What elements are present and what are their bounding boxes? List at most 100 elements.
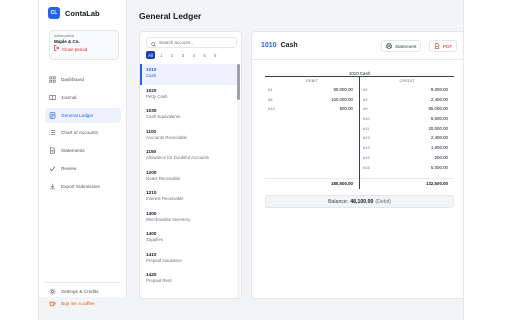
search-input[interactable] <box>159 40 234 45</box>
list-item[interactable]: 1410 Prepaid Insurance <box>140 249 237 270</box>
brand[interactable]: CL ContaLab <box>48 7 100 19</box>
nav-label: Review <box>61 165 77 171</box>
credit-column: CREDIT #2 9,000.00 #3 2,400.00 #9 85,000.00… <box>360 77 454 172</box>
list-item[interactable]: 1100 Accounts Receivable <box>140 126 237 147</box>
credit-total: 132,500.00 <box>360 178 454 187</box>
account-name: Allowance for Doubtful Accounts <box>146 155 209 160</box>
balance-amount: 48,100.00 <box>350 198 374 205</box>
account-name: Petty Cash <box>146 93 168 99</box>
page-filter-2[interactable]: 2 <box>168 51 177 59</box>
entry-amount: 80,000.00 <box>333 87 353 92</box>
entry-amount: 85,000.00 <box>428 106 448 112</box>
entry-amount: 5,000.00 <box>430 164 448 170</box>
balance-side: (Debit) <box>375 198 391 205</box>
pdf-button[interactable]: PDF <box>429 40 458 52</box>
book-icon <box>49 94 56 101</box>
account-list: 1010 Cash 1020 Petty Cash 1030 Cash Equival… <box>140 64 237 298</box>
list-item[interactable]: 1200 Notes Receivable <box>140 167 237 188</box>
t-account: 1010 Cash DEBIT #1 80,000.00 #6 100,000.00… <box>265 71 454 189</box>
page-filter-6[interactable]: 6 <box>211 51 220 59</box>
page-filter: All 1 2 3 4 5 6 <box>146 51 222 59</box>
nav-item-journal[interactable]: Journal <box>45 90 121 105</box>
credit-entry: #3 2,400.00 <box>360 95 454 105</box>
pdf-label: PDF <box>443 43 453 49</box>
account-name: Accounts Receivable <box>146 134 188 140</box>
ledger-title: 1010 Cash <box>261 42 298 49</box>
account-name: Notes Receivable <box>146 175 181 181</box>
credit-entry: #10 6,000.00 <box>360 114 454 124</box>
nav-label: Chart of Accounts <box>61 130 98 136</box>
entry-amount: 6,000.00 <box>430 116 448 122</box>
entry-amount: 20,000.00 <box>428 125 448 131</box>
ledger-icon <box>49 111 56 119</box>
page-filter-3[interactable]: 3 <box>178 51 187 59</box>
nav-item-statements[interactable]: Statements <box>45 143 121 158</box>
account-list-scrollbar[interactable] <box>237 64 240 298</box>
credit-entry: #16 5,000.00 <box>360 163 454 173</box>
scrollbar-thumb[interactable] <box>237 64 240 100</box>
entry-amount: 1,600.00 <box>430 145 448 151</box>
entry-ref: #15 <box>363 154 370 160</box>
statement-label: Statement <box>395 43 417 49</box>
nav-label: Export Submission <box>61 183 101 189</box>
statement-button[interactable]: Statement <box>381 40 422 52</box>
sidebar-footer: Settings & Credits Buy me a coffee <box>45 282 121 309</box>
sidebar: CL ContaLab Active period Maple & Co. Cl… <box>39 0 127 306</box>
nav-item-chart-of-accounts[interactable]: Chart of Accounts <box>45 125 121 140</box>
settings-credits-link[interactable]: Settings & Credits <box>45 285 121 297</box>
entry-amount: 100,000.00 <box>331 96 353 102</box>
entry-amount: 200.00 <box>434 154 448 160</box>
list-item[interactable]: 1030 Cash Equivalents <box>140 105 237 126</box>
list-item[interactable]: 1400 Supplies <box>140 228 237 249</box>
page-filter-5[interactable]: 5 <box>200 51 209 59</box>
account-name: Prepaid Insurance <box>146 257 182 263</box>
nav-label: Dashboard <box>61 77 84 82</box>
gear-icon <box>49 288 56 295</box>
page-title: General Ledger <box>139 11 202 21</box>
page-filter-all[interactable]: All <box>146 51 155 59</box>
nav-label: General Ledger <box>61 112 94 118</box>
close-period-button[interactable]: Close period <box>54 45 114 53</box>
list-item[interactable]: 1010 Cash <box>140 64 237 85</box>
list-item[interactable]: 1420 Prepaid Rent <box>140 269 237 290</box>
list-item[interactable]: 1020 Petty Cash <box>140 85 237 106</box>
pdf-file-icon <box>434 43 440 49</box>
page-filter-1[interactable]: 1 <box>157 51 166 59</box>
search-icon <box>151 34 156 52</box>
search-box[interactable] <box>146 37 237 48</box>
buy-coffee-link[interactable]: Buy me a coffee <box>45 297 121 309</box>
check-icon <box>49 165 56 172</box>
entry-ref: #13 <box>363 145 370 151</box>
credit-entry: #12 2,400.00 <box>360 133 454 143</box>
period-card: Active period Maple & Co. Close period <box>49 30 119 60</box>
nav-label: Statements <box>61 148 85 154</box>
logout-icon <box>54 45 60 53</box>
entry-amount: 2,400.00 <box>430 96 448 102</box>
entry-ref: #16 <box>363 164 370 170</box>
balance-label: Balance: <box>328 198 349 205</box>
entry-amount: 2,400.00 <box>430 135 448 141</box>
account-name: Supplies <box>146 237 163 242</box>
nav-item-export-submission[interactable]: Export Submission <box>45 179 121 194</box>
nav-item-general-ledger[interactable]: General Ledger <box>45 107 121 123</box>
list-item[interactable]: 1210 Interest Receivable <box>140 187 237 208</box>
nav-item-dashboard[interactable]: Dashboard <box>45 72 121 87</box>
entry-ref: #3 <box>363 96 368 102</box>
entry-ref: #12 <box>363 135 370 141</box>
logo-icon: CL <box>48 7 60 19</box>
debit-entry: #14 500.00 <box>265 104 359 114</box>
coffee-icon <box>49 300 56 307</box>
debit-column: DEBIT #1 80,000.00 #6 100,000.00 #14 500.00 <box>265 77 359 114</box>
ledger-header: 1010 Cash Statement PDF <box>252 32 463 60</box>
entry-ref: #9 <box>363 106 368 112</box>
credit-entry: #9 85,000.00 <box>360 104 454 114</box>
page-filter-4[interactable]: 4 <box>189 51 198 59</box>
list-item[interactable]: 1300 Merchandise Inventory <box>140 208 237 229</box>
t-account-body: DEBIT #1 80,000.00 #6 100,000.00 #14 500.00… <box>265 77 454 189</box>
account-name: Merchandise Inventory <box>146 216 191 222</box>
nav-item-review[interactable]: Review <box>45 161 121 176</box>
entry-ref: #14 <box>268 106 275 112</box>
list-item[interactable]: 1150 Allowance for Doubtful Accounts <box>140 146 237 167</box>
entry-amount: 500.00 <box>339 106 353 112</box>
credit-entry: #13 1,600.00 <box>360 143 454 153</box>
